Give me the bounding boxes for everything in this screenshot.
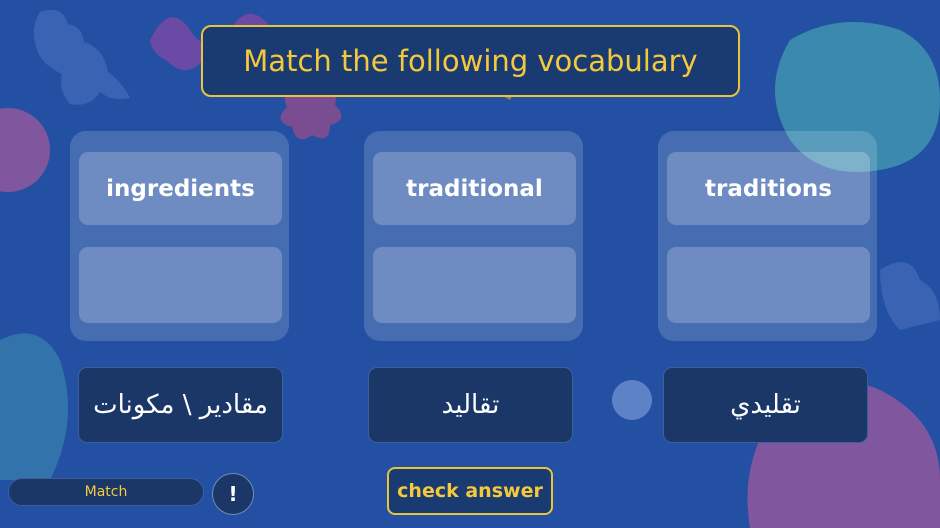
match-column-1: ingredients	[70, 131, 289, 341]
check-answer-button[interactable]: check answer	[387, 467, 553, 515]
answer-card[interactable]: تقليدي	[663, 367, 868, 443]
wave-left	[0, 333, 68, 480]
drop-slot[interactable]	[79, 247, 282, 323]
answer-card[interactable]: تقاليد	[368, 367, 573, 443]
answer-card[interactable]: مقادير \ مكونات	[78, 367, 283, 443]
blob-left	[0, 108, 50, 192]
instruction-title: Match the following vocabulary	[201, 25, 740, 97]
match-column-2: traditional	[364, 131, 583, 341]
bulb-shape	[612, 380, 652, 420]
vocab-word: traditional	[373, 152, 576, 225]
info-button[interactable]: !	[212, 473, 254, 515]
dinosaur-shape	[33, 9, 130, 105]
vocab-word: ingredients	[79, 152, 282, 225]
dino-right-shape	[880, 262, 940, 330]
drop-slot[interactable]	[373, 247, 576, 323]
match-column-3: traditions	[658, 131, 877, 341]
drop-slot[interactable]	[667, 247, 870, 323]
activity-type-label: Match	[8, 478, 204, 506]
vocab-word: traditions	[667, 152, 870, 225]
